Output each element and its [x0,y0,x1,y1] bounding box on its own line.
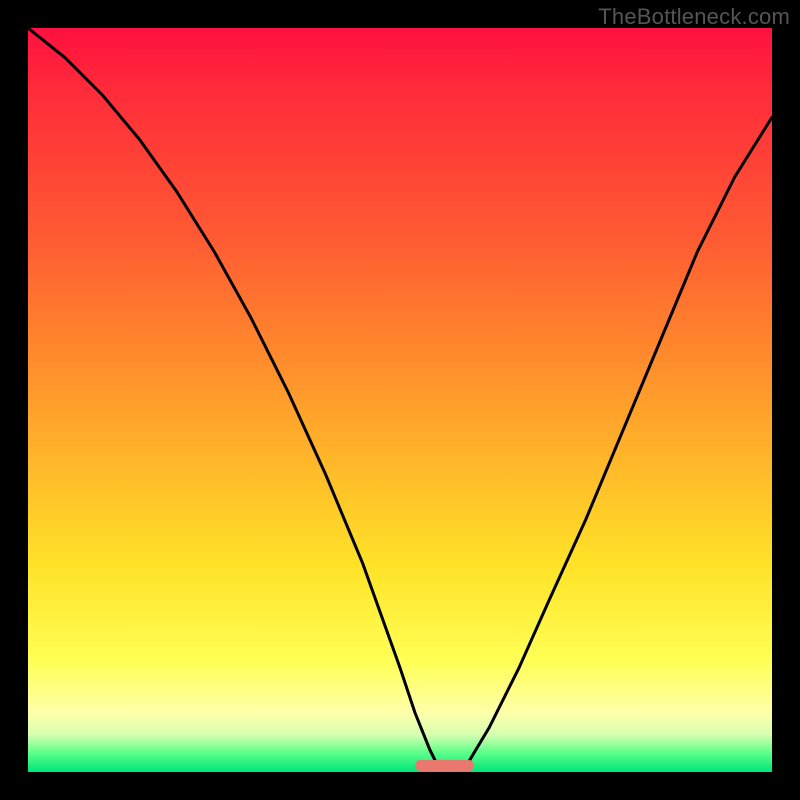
curve-right-branch [467,117,772,764]
chart-frame: TheBottleneck.com [0,0,800,800]
bottom-marker [415,760,475,771]
watermark-text: TheBottleneck.com [598,4,790,30]
plot-area [28,28,772,772]
curve-left-branch [28,28,437,765]
bottleneck-curve [28,28,772,772]
